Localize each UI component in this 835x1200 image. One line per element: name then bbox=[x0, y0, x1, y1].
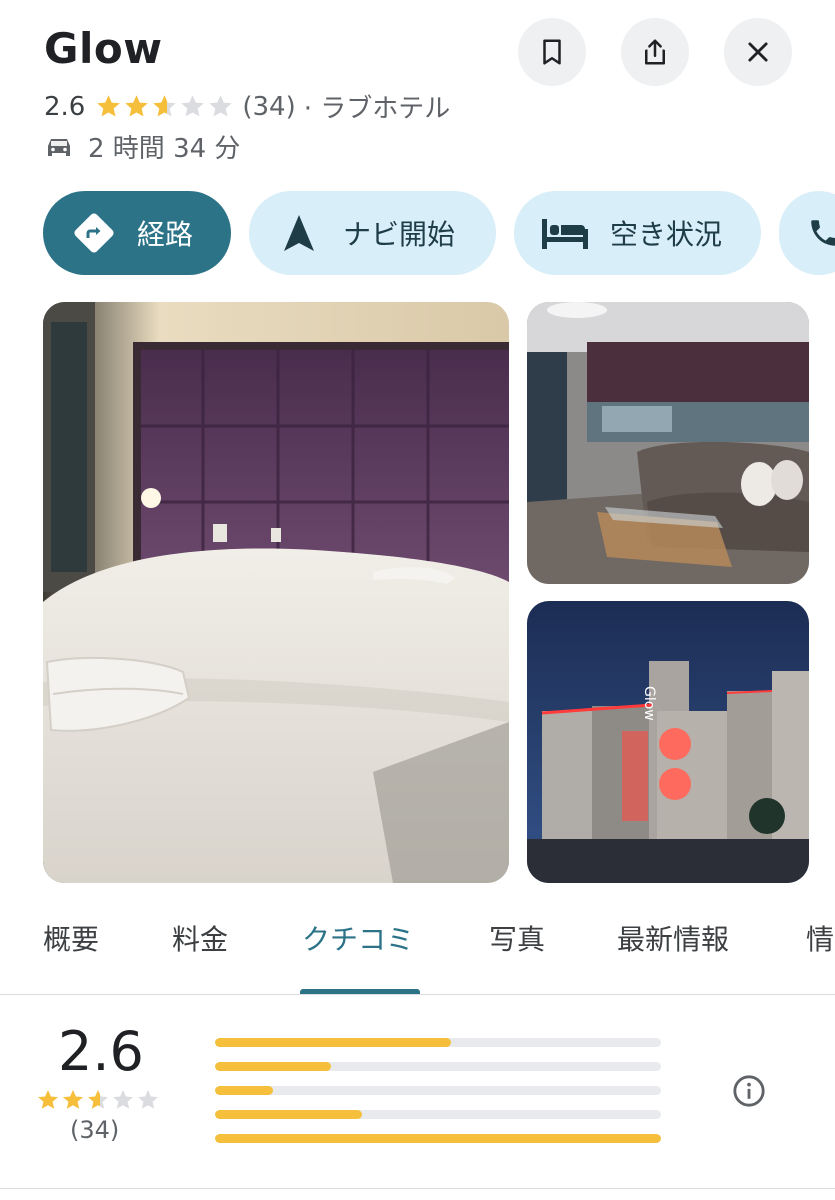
svg-text:Glow: Glow bbox=[641, 686, 657, 721]
directions-button[interactable]: 経路 bbox=[43, 191, 231, 275]
place-title: Glow bbox=[44, 24, 163, 73]
star-half-icon bbox=[88, 1090, 108, 1109]
bookmark-icon bbox=[543, 39, 561, 65]
photo-exterior[interactable]: Glow bbox=[527, 601, 809, 883]
rating-bar-1-star bbox=[215, 1134, 661, 1143]
rating-bar-2-star bbox=[215, 1110, 661, 1119]
star-empty-icon bbox=[138, 1090, 158, 1109]
rating-stars bbox=[95, 93, 234, 120]
lounge-image bbox=[527, 302, 809, 584]
info-button[interactable] bbox=[732, 1074, 766, 1112]
star-full-icon bbox=[97, 95, 121, 117]
navigation-arrow-icon bbox=[284, 215, 314, 251]
drive-time: 2 時間 34 分 bbox=[88, 134, 241, 164]
summary-stars bbox=[36, 1088, 160, 1112]
rating-bar-fill bbox=[215, 1134, 661, 1143]
close-icon bbox=[748, 42, 768, 62]
rating-bar-5-star bbox=[215, 1038, 661, 1047]
tab-overview[interactable]: 概要 bbox=[43, 918, 99, 958]
close-button[interactable] bbox=[724, 18, 792, 86]
rating-bar-fill bbox=[215, 1062, 331, 1071]
summary-rating: 2.6 bbox=[58, 1020, 144, 1083]
info-icon bbox=[733, 1075, 765, 1107]
call-button[interactable] bbox=[779, 191, 835, 275]
tab-bar: 概要 料金 クチコミ 写真 最新情報 情 bbox=[0, 918, 835, 998]
star-half-icon bbox=[153, 95, 177, 117]
rating-value: 2.6 bbox=[44, 91, 86, 122]
star-full-icon bbox=[125, 95, 149, 117]
tabs-divider bbox=[0, 994, 835, 995]
tab-photos[interactable]: 写真 bbox=[489, 918, 545, 958]
availability-label: 空き状況 bbox=[610, 218, 723, 251]
star-full-icon bbox=[38, 1090, 58, 1109]
star-empty-icon bbox=[181, 95, 205, 117]
tab-updates[interactable]: 最新情報 bbox=[617, 918, 729, 958]
share-button[interactable] bbox=[621, 18, 689, 86]
star-full-icon bbox=[63, 1090, 83, 1109]
photo-room-bed[interactable] bbox=[43, 302, 509, 883]
bed-icon bbox=[542, 219, 588, 249]
tab-reviews[interactable]: クチコミ bbox=[302, 918, 414, 958]
tab-prices[interactable]: 料金 bbox=[172, 918, 228, 958]
save-button[interactable] bbox=[518, 18, 586, 86]
rating-bar-fill bbox=[215, 1038, 452, 1047]
start-navigation-button[interactable]: ナビ開始 bbox=[249, 191, 496, 275]
rating-bar-fill bbox=[215, 1086, 273, 1095]
summary-review-count: (34) bbox=[70, 1116, 120, 1144]
drive-time-row: 2 時間 34 分 bbox=[44, 128, 240, 165]
bottom-divider bbox=[0, 1188, 835, 1189]
availability-button[interactable]: 空き状況 bbox=[514, 191, 761, 275]
star-empty-icon bbox=[209, 95, 233, 117]
start-navigation-label: ナビ開始 bbox=[343, 218, 456, 251]
review-count: (34) bbox=[242, 91, 296, 122]
phone-icon bbox=[811, 220, 835, 246]
star-empty-icon bbox=[113, 1090, 133, 1109]
car-icon bbox=[48, 138, 70, 156]
room-bed-image bbox=[43, 302, 509, 883]
exterior-image: Glow bbox=[527, 601, 809, 883]
directions-label: 経路 bbox=[137, 218, 194, 251]
directions-icon bbox=[74, 213, 114, 253]
tab-info[interactable]: 情 bbox=[806, 918, 834, 958]
rating-bar-4-star bbox=[215, 1062, 661, 1071]
rating-bar-3-star bbox=[215, 1086, 661, 1095]
category-label: · ラブホテル bbox=[303, 94, 451, 124]
photo-lounge[interactable] bbox=[527, 302, 809, 584]
share-icon bbox=[645, 39, 665, 65]
rating-row[interactable]: 2.6 (34) · ラブホテル bbox=[44, 88, 450, 125]
rating-bar-fill bbox=[215, 1110, 363, 1119]
